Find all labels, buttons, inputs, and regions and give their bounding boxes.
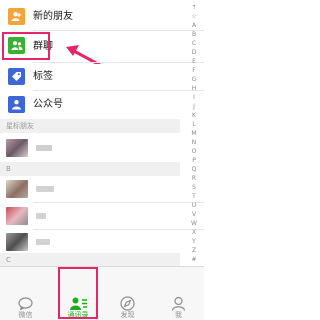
index-hash[interactable]: # bbox=[185, 256, 203, 263]
avatar bbox=[6, 233, 28, 251]
divider bbox=[33, 202, 204, 203]
avatar bbox=[6, 180, 28, 198]
index-letter-r[interactable]: R bbox=[185, 175, 203, 182]
divider bbox=[33, 90, 204, 91]
index-letter-m[interactable]: M bbox=[185, 130, 203, 137]
avatar bbox=[6, 207, 28, 225]
index-letter-l[interactable]: L bbox=[185, 121, 203, 128]
index-letter-y[interactable]: Y bbox=[185, 238, 203, 245]
index-letter-k[interactable]: K bbox=[185, 112, 203, 119]
index-letter-s[interactable]: S bbox=[185, 184, 203, 191]
section-header-starred: 星标朋友 bbox=[0, 119, 180, 133]
alphabet-index[interactable]: ↑ ☆ A B C D E F G H I J K L M N O P Q R … bbox=[185, 0, 203, 263]
tab-label: 发现 bbox=[120, 311, 135, 319]
index-letter-v[interactable]: V bbox=[185, 211, 203, 218]
index-star[interactable]: ☆ bbox=[185, 13, 203, 20]
list-item[interactable] bbox=[0, 177, 180, 201]
avatar bbox=[6, 139, 28, 157]
official-account-icon bbox=[8, 96, 25, 113]
contact-name bbox=[36, 145, 52, 151]
index-up-arrow[interactable]: ↑ bbox=[185, 4, 203, 11]
index-letter-a[interactable]: A bbox=[185, 22, 203, 29]
index-letter-j[interactable]: J bbox=[185, 103, 203, 110]
index-letter-p[interactable]: P bbox=[185, 157, 203, 164]
compass-icon bbox=[120, 296, 135, 311]
new-friends-label: 新的朋友 bbox=[33, 11, 73, 22]
index-letter-q[interactable]: Q bbox=[185, 166, 203, 173]
list-item[interactable] bbox=[0, 231, 180, 253]
list-item[interactable] bbox=[0, 204, 180, 228]
section-title: B bbox=[6, 165, 11, 173]
list-item-official-accounts[interactable]: 公众号 bbox=[0, 92, 180, 116]
index-letter-t[interactable]: T bbox=[185, 193, 203, 200]
list-item-new-friends[interactable]: 新的朋友 bbox=[0, 4, 180, 28]
section-header-b: B bbox=[0, 162, 180, 176]
index-letter-u[interactable]: U bbox=[185, 202, 203, 209]
tab-label: 微信 bbox=[18, 311, 33, 319]
contact-name bbox=[36, 186, 54, 192]
section-header-c: C bbox=[0, 253, 180, 267]
official-accounts-label: 公众号 bbox=[33, 99, 63, 110]
index-letter-g[interactable]: G bbox=[185, 76, 203, 83]
tab-me[interactable]: 我 bbox=[153, 267, 204, 320]
list-item-tags[interactable]: 标签 bbox=[0, 64, 180, 88]
tab-label: 我 bbox=[175, 311, 182, 319]
tags-label: 标签 bbox=[33, 71, 53, 82]
new-friend-icon bbox=[8, 8, 25, 25]
divider bbox=[33, 62, 204, 63]
divider bbox=[33, 30, 204, 31]
list-item[interactable] bbox=[0, 134, 180, 160]
highlight-box bbox=[58, 267, 98, 319]
index-letter-x[interactable]: X bbox=[185, 229, 203, 236]
divider bbox=[33, 229, 204, 230]
index-letter-e[interactable]: E bbox=[185, 58, 203, 65]
contact-name bbox=[36, 239, 50, 245]
index-letter-o[interactable]: O bbox=[185, 148, 203, 155]
index-letter-z[interactable]: Z bbox=[185, 247, 203, 254]
index-letter-i[interactable]: I bbox=[185, 94, 203, 101]
index-letter-h[interactable]: H bbox=[185, 85, 203, 92]
index-letter-n[interactable]: N bbox=[185, 139, 203, 146]
section-title: 星标朋友 bbox=[6, 122, 34, 130]
index-letter-b[interactable]: B bbox=[185, 31, 203, 38]
index-letter-d[interactable]: D bbox=[185, 49, 203, 56]
bottom-tab-bar: 微信 通讯录 发现 我 bbox=[0, 266, 204, 320]
contact-name bbox=[36, 213, 46, 219]
tab-discover[interactable]: 发现 bbox=[102, 267, 153, 320]
tag-icon bbox=[8, 68, 25, 85]
me-icon bbox=[171, 296, 186, 311]
index-letter-c[interactable]: C bbox=[185, 40, 203, 47]
highlight-box bbox=[2, 32, 50, 60]
chat-bubble-icon bbox=[18, 297, 33, 310]
index-letter-w[interactable]: W bbox=[185, 220, 203, 227]
tab-chats[interactable]: 微信 bbox=[0, 267, 51, 320]
section-title: C bbox=[6, 256, 11, 264]
index-letter-f[interactable]: F bbox=[185, 67, 203, 74]
